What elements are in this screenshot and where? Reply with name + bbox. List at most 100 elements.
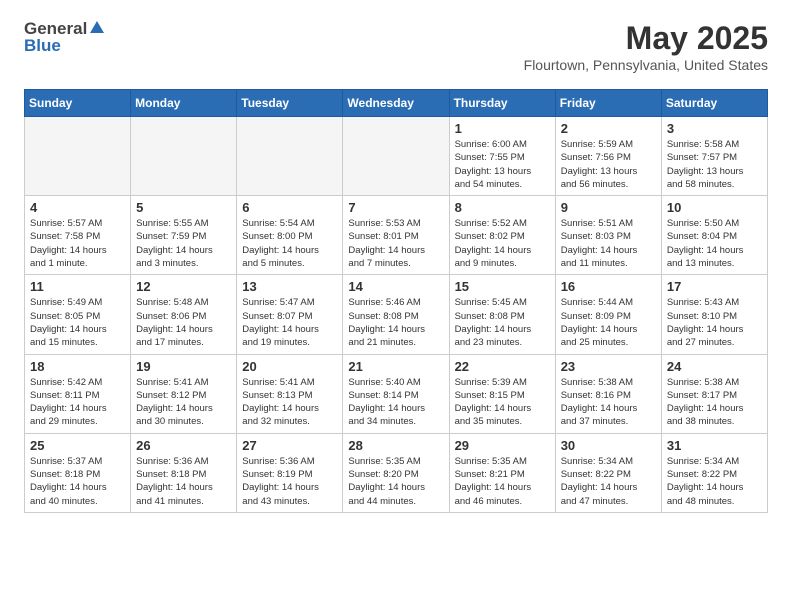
day-number: 24 xyxy=(667,359,762,374)
day-info: Sunrise: 5:44 AM Sunset: 8:09 PM Dayligh… xyxy=(561,296,656,349)
calendar-cell: 12 Sunrise: 5:48 AM Sunset: 8:06 PM Dayli… xyxy=(131,275,237,354)
day-number: 22 xyxy=(455,359,550,374)
day-number: 13 xyxy=(242,279,337,294)
calendar-cell: 19 Sunrise: 5:41 AM Sunset: 8:12 PM Dayli… xyxy=(131,354,237,433)
calendar-cell: 31 Sunrise: 5:34 AM Sunset: 8:22 PM Dayli… xyxy=(661,433,767,512)
calendar-table: SundayMondayTuesdayWednesdayThursdayFrid… xyxy=(24,89,768,513)
day-number: 3 xyxy=(667,121,762,136)
day-info: Sunrise: 5:35 AM Sunset: 8:21 PM Dayligh… xyxy=(455,455,550,508)
day-info: Sunrise: 5:54 AM Sunset: 8:00 PM Dayligh… xyxy=(242,217,337,270)
day-info: Sunrise: 5:36 AM Sunset: 8:18 PM Dayligh… xyxy=(136,455,231,508)
day-number: 7 xyxy=(348,200,443,215)
day-info: Sunrise: 5:57 AM Sunset: 7:58 PM Dayligh… xyxy=(30,217,125,270)
calendar-cell xyxy=(237,117,343,196)
day-info: Sunrise: 5:34 AM Sunset: 8:22 PM Dayligh… xyxy=(667,455,762,508)
day-number: 17 xyxy=(667,279,762,294)
page-header: General Blue May 2025 Flourtown, Pennsyl… xyxy=(24,20,768,73)
weekday-header-monday: Monday xyxy=(131,90,237,117)
calendar-cell: 20 Sunrise: 5:41 AM Sunset: 8:13 PM Dayli… xyxy=(237,354,343,433)
day-number: 8 xyxy=(455,200,550,215)
calendar-cell: 22 Sunrise: 5:39 AM Sunset: 8:15 PM Dayli… xyxy=(449,354,555,433)
month-year-title: May 2025 xyxy=(524,20,768,57)
day-number: 10 xyxy=(667,200,762,215)
day-number: 28 xyxy=(348,438,443,453)
day-number: 6 xyxy=(242,200,337,215)
weekday-header-row: SundayMondayTuesdayWednesdayThursdayFrid… xyxy=(25,90,768,117)
day-info: Sunrise: 5:36 AM Sunset: 8:19 PM Dayligh… xyxy=(242,455,337,508)
weekday-header-friday: Friday xyxy=(555,90,661,117)
calendar-cell: 14 Sunrise: 5:46 AM Sunset: 8:08 PM Dayli… xyxy=(343,275,449,354)
calendar-cell: 26 Sunrise: 5:36 AM Sunset: 8:18 PM Dayli… xyxy=(131,433,237,512)
calendar-week-row: 25 Sunrise: 5:37 AM Sunset: 8:18 PM Dayli… xyxy=(25,433,768,512)
day-info: Sunrise: 5:41 AM Sunset: 8:12 PM Dayligh… xyxy=(136,376,231,429)
calendar-cell xyxy=(25,117,131,196)
day-number: 25 xyxy=(30,438,125,453)
day-info: Sunrise: 5:37 AM Sunset: 8:18 PM Dayligh… xyxy=(30,455,125,508)
day-number: 26 xyxy=(136,438,231,453)
calendar-cell: 16 Sunrise: 5:44 AM Sunset: 8:09 PM Dayli… xyxy=(555,275,661,354)
calendar-cell: 13 Sunrise: 5:47 AM Sunset: 8:07 PM Dayli… xyxy=(237,275,343,354)
day-number: 9 xyxy=(561,200,656,215)
day-info: Sunrise: 5:47 AM Sunset: 8:07 PM Dayligh… xyxy=(242,296,337,349)
day-number: 27 xyxy=(242,438,337,453)
title-block: May 2025 Flourtown, Pennsylvania, United… xyxy=(524,20,768,73)
calendar-week-row: 4 Sunrise: 5:57 AM Sunset: 7:58 PM Daylig… xyxy=(25,196,768,275)
day-number: 14 xyxy=(348,279,443,294)
day-info: Sunrise: 5:48 AM Sunset: 8:06 PM Dayligh… xyxy=(136,296,231,349)
day-info: Sunrise: 5:51 AM Sunset: 8:03 PM Dayligh… xyxy=(561,217,656,270)
day-number: 15 xyxy=(455,279,550,294)
day-number: 23 xyxy=(561,359,656,374)
day-info: Sunrise: 5:40 AM Sunset: 8:14 PM Dayligh… xyxy=(348,376,443,429)
day-info: Sunrise: 5:52 AM Sunset: 8:02 PM Dayligh… xyxy=(455,217,550,270)
day-number: 11 xyxy=(30,279,125,294)
location-subtitle: Flourtown, Pennsylvania, United States xyxy=(524,57,768,73)
calendar-cell: 17Sunrise: 5:43 AM Sunset: 8:10 PM Dayli… xyxy=(661,275,767,354)
calendar-cell: 29 Sunrise: 5:35 AM Sunset: 8:21 PM Dayli… xyxy=(449,433,555,512)
day-info: Sunrise: 5:34 AM Sunset: 8:22 PM Dayligh… xyxy=(561,455,656,508)
day-number: 31 xyxy=(667,438,762,453)
calendar-cell: 24 Sunrise: 5:38 AM Sunset: 8:17 PM Dayli… xyxy=(661,354,767,433)
weekday-header-saturday: Saturday xyxy=(661,90,767,117)
day-number: 1 xyxy=(455,121,550,136)
day-number: 16 xyxy=(561,279,656,294)
calendar-cell: 3 Sunrise: 5:58 AM Sunset: 7:57 PM Daylig… xyxy=(661,117,767,196)
calendar-cell: 10Sunrise: 5:50 AM Sunset: 8:04 PM Dayli… xyxy=(661,196,767,275)
day-info: Sunrise: 5:53 AM Sunset: 8:01 PM Dayligh… xyxy=(348,217,443,270)
day-info: Sunrise: 5:58 AM Sunset: 7:57 PM Dayligh… xyxy=(667,138,762,191)
day-info: Sunrise: 5:38 AM Sunset: 8:17 PM Dayligh… xyxy=(667,376,762,429)
day-number: 5 xyxy=(136,200,231,215)
day-info: Sunrise: 6:00 AM Sunset: 7:55 PM Dayligh… xyxy=(455,138,550,191)
day-info: Sunrise: 5:39 AM Sunset: 8:15 PM Dayligh… xyxy=(455,376,550,429)
day-number: 30 xyxy=(561,438,656,453)
day-number: 4 xyxy=(30,200,125,215)
calendar-cell xyxy=(131,117,237,196)
day-info: Sunrise: 5:46 AM Sunset: 8:08 PM Dayligh… xyxy=(348,296,443,349)
calendar-cell: 8 Sunrise: 5:52 AM Sunset: 8:02 PM Daylig… xyxy=(449,196,555,275)
calendar-cell: 27 Sunrise: 5:36 AM Sunset: 8:19 PM Dayli… xyxy=(237,433,343,512)
day-info: Sunrise: 5:38 AM Sunset: 8:16 PM Dayligh… xyxy=(561,376,656,429)
calendar-cell: 2Sunrise: 5:59 AM Sunset: 7:56 PM Daylig… xyxy=(555,117,661,196)
calendar-week-row: 1 Sunrise: 6:00 AM Sunset: 7:55 PM Daylig… xyxy=(25,117,768,196)
day-number: 29 xyxy=(455,438,550,453)
calendar-cell xyxy=(343,117,449,196)
logo: General Blue xyxy=(24,20,106,55)
calendar-cell: 23 Sunrise: 5:38 AM Sunset: 8:16 PM Dayli… xyxy=(555,354,661,433)
weekday-header-wednesday: Wednesday xyxy=(343,90,449,117)
calendar-week-row: 18Sunrise: 5:42 AM Sunset: 8:11 PM Dayli… xyxy=(25,354,768,433)
day-info: Sunrise: 5:55 AM Sunset: 7:59 PM Dayligh… xyxy=(136,217,231,270)
day-info: Sunrise: 5:41 AM Sunset: 8:13 PM Dayligh… xyxy=(242,376,337,429)
calendar-cell: 30 Sunrise: 5:34 AM Sunset: 8:22 PM Dayli… xyxy=(555,433,661,512)
calendar-cell: 25 Sunrise: 5:37 AM Sunset: 8:18 PM Dayli… xyxy=(25,433,131,512)
day-number: 19 xyxy=(136,359,231,374)
calendar-week-row: 11 Sunrise: 5:49 AM Sunset: 8:05 PM Dayli… xyxy=(25,275,768,354)
day-number: 12 xyxy=(136,279,231,294)
calendar-cell: 18Sunrise: 5:42 AM Sunset: 8:11 PM Dayli… xyxy=(25,354,131,433)
calendar-cell: 4 Sunrise: 5:57 AM Sunset: 7:58 PM Daylig… xyxy=(25,196,131,275)
weekday-header-sunday: Sunday xyxy=(25,90,131,117)
logo-icon xyxy=(88,19,106,37)
weekday-header-thursday: Thursday xyxy=(449,90,555,117)
calendar-cell: 21Sunrise: 5:40 AM Sunset: 8:14 PM Dayli… xyxy=(343,354,449,433)
day-info: Sunrise: 5:45 AM Sunset: 8:08 PM Dayligh… xyxy=(455,296,550,349)
day-info: Sunrise: 5:49 AM Sunset: 8:05 PM Dayligh… xyxy=(30,296,125,349)
day-number: 20 xyxy=(242,359,337,374)
